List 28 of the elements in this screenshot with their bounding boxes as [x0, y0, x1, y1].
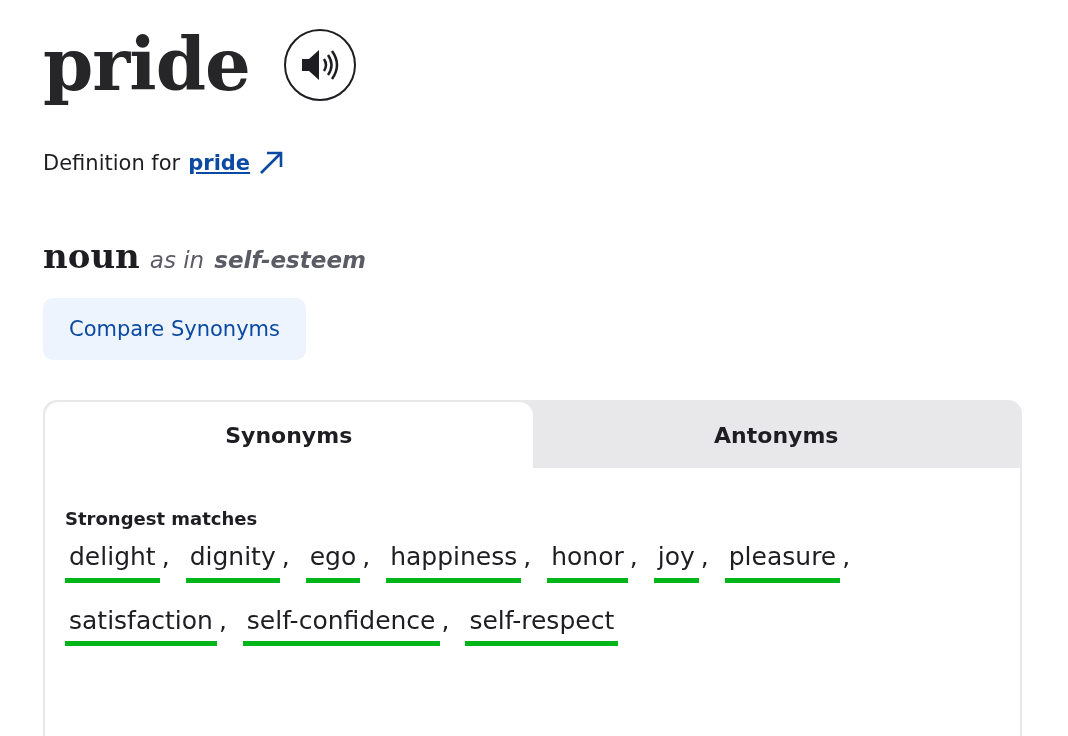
- synonym-link[interactable]: self-respect: [465, 604, 619, 647]
- comma: ,: [362, 541, 371, 574]
- synonym-link[interactable]: dignity: [185, 541, 280, 583]
- as-in-label: as in: [149, 247, 205, 274]
- section-title: Strongest matches: [65, 508, 259, 530]
- comma: ,: [281, 541, 290, 574]
- comma: ,: [700, 541, 709, 574]
- comma: ,: [629, 541, 638, 574]
- synonym-link[interactable]: honor: [547, 541, 628, 583]
- definition-label: Definition for: [43, 151, 181, 176]
- synonym-link[interactable]: joy: [653, 541, 699, 583]
- comma: ,: [523, 541, 532, 574]
- comma: ,: [161, 541, 170, 574]
- comma: ,: [441, 604, 450, 637]
- part-of-speech: noun: [43, 236, 140, 277]
- comma: ,: [218, 604, 227, 637]
- synonym-link[interactable]: pleasure: [724, 541, 841, 583]
- synonym-link[interactable]: ego: [305, 541, 361, 583]
- synonym-link[interactable]: satisfaction: [65, 604, 217, 647]
- synonym-link[interactable]: happiness: [386, 541, 522, 583]
- sense-meaning: self-esteem: [214, 247, 366, 274]
- synonym-link[interactable]: delight: [65, 541, 160, 583]
- synonym-link[interactable]: self-confidence: [242, 604, 440, 647]
- headword: pride: [43, 22, 250, 109]
- definition-link[interactable]: pride: [188, 151, 251, 176]
- comma: ,: [842, 541, 851, 574]
- tab[interactable]: Synonyms: [45, 402, 533, 469]
- compare-synonyms-button[interactable]: Compare Synonyms: [43, 298, 306, 361]
